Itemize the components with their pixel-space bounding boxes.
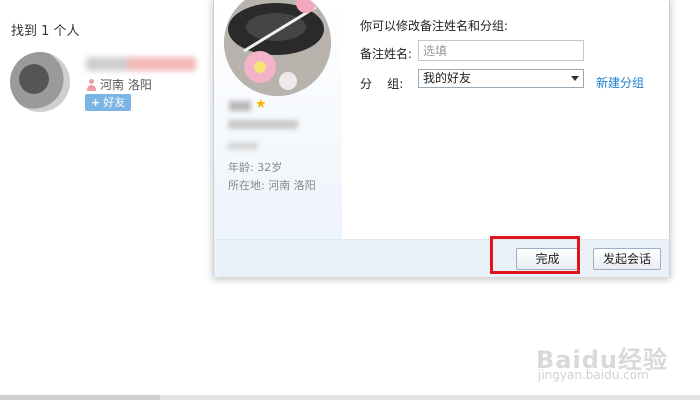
dialog-footer: 完成 发起会话 <box>214 239 669 277</box>
profile-panel: ★ 年龄: 32岁 所在地: 河南 洛阳 <box>214 0 342 239</box>
form-hint: 你可以修改备注姓名和分组: <box>360 19 509 33</box>
gender-redacted <box>228 142 258 150</box>
done-button[interactable]: 完成 <box>516 248 579 270</box>
result-location-text: 河南 洛阳 <box>100 78 152 92</box>
remark-label: 备注姓名: <box>360 47 413 61</box>
form-panel: 你可以修改备注姓名和分组: 备注姓名: 分 组: 我的好友 新建分组 <box>342 0 669 239</box>
nickname-redacted <box>229 101 251 111</box>
profile-avatar <box>224 0 331 96</box>
new-group-link[interactable]: 新建分组 <box>596 74 644 91</box>
chevron-down-icon <box>571 76 579 81</box>
result-location: 河南 洛阳 <box>86 76 152 93</box>
person-icon <box>86 78 97 91</box>
account-id-redacted <box>228 120 298 129</box>
scrollbar-thumb[interactable] <box>0 395 160 400</box>
add-friend-dialog: ★ 年龄: 32岁 所在地: 河南 洛阳 你可以修改备注姓名和分组: 备注姓名:… <box>213 0 670 277</box>
add-friend-label: 好友 <box>103 96 126 109</box>
result-name-redacted <box>86 57 196 71</box>
group-label: 分 组: <box>360 77 404 91</box>
watermark-url: jingyan.baidu.com <box>538 368 649 382</box>
plus-icon: + <box>91 96 101 109</box>
search-result-count: 找到 1 个人 <box>11 24 80 39</box>
group-selected-value: 我的好友 <box>423 71 472 85</box>
bottom-scrollbar[interactable] <box>0 395 700 400</box>
age-text: 年龄: 32岁 <box>228 161 283 174</box>
start-chat-button[interactable]: 发起会话 <box>593 248 661 270</box>
star-icon: ★ <box>255 97 267 112</box>
remark-name-input[interactable] <box>418 40 584 61</box>
location-text: 所在地: 河南 洛阳 <box>228 179 316 192</box>
result-avatar[interactable] <box>10 52 70 112</box>
add-friend-button[interactable]: + 好友 <box>85 94 132 111</box>
group-select[interactable]: 我的好友 <box>418 69 584 88</box>
